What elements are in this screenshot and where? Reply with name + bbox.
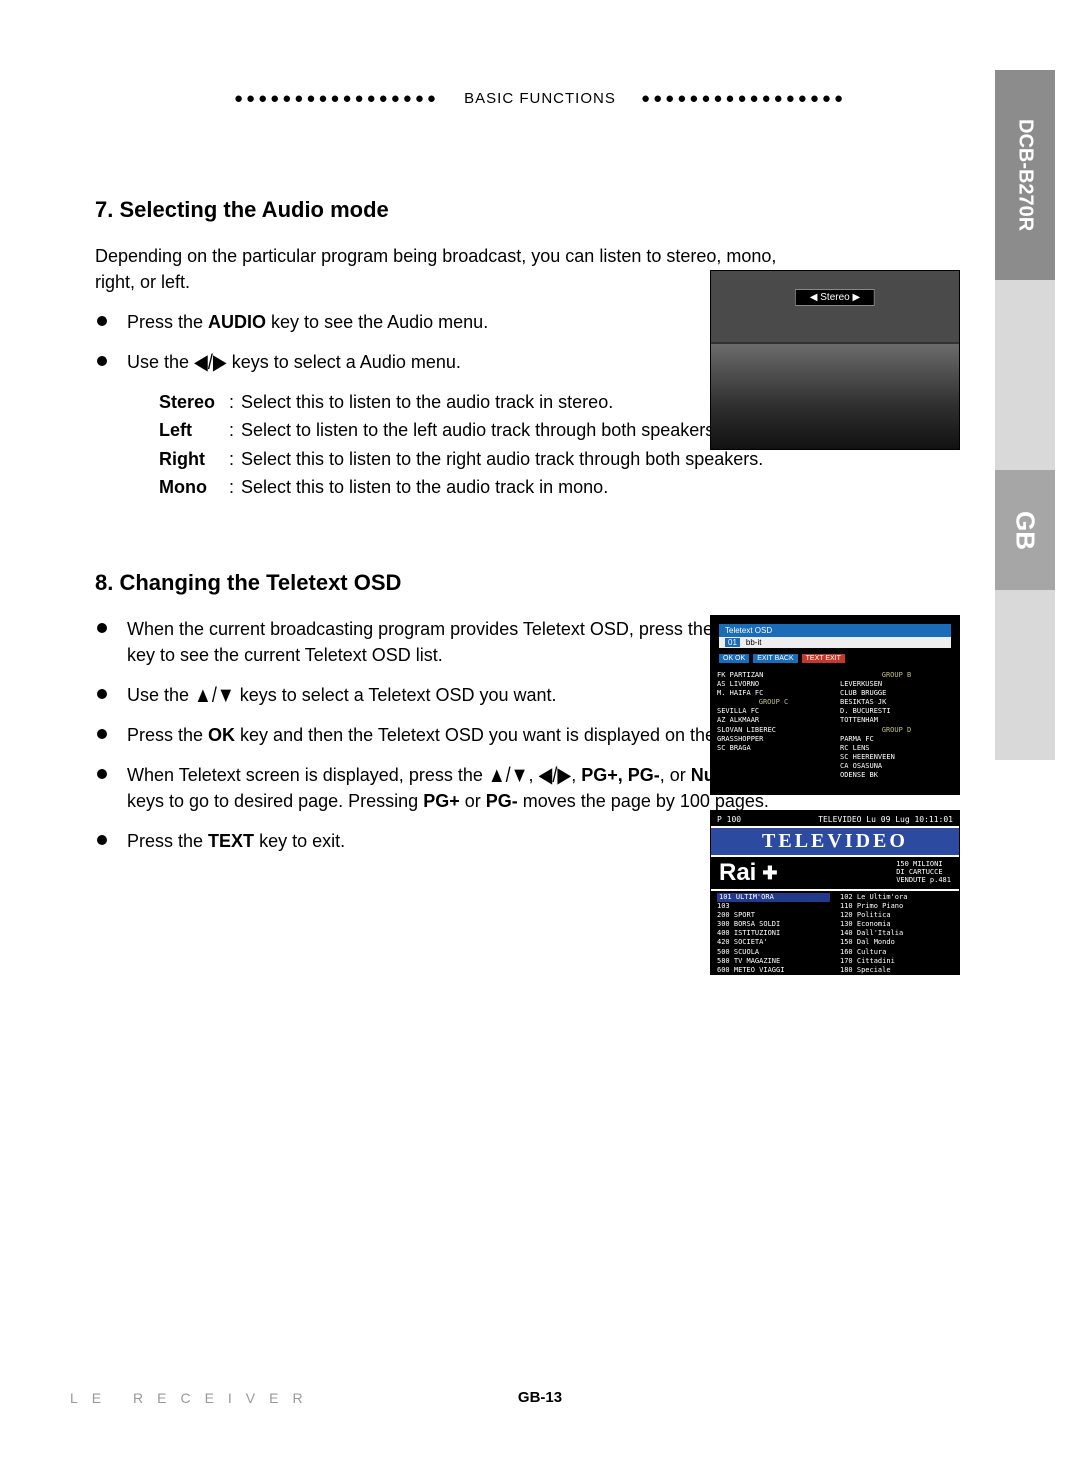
manual-page: DCB-B270R GB ●●●●●●●●●●●●●●●●● BASIC FUN…: [0, 0, 1080, 1461]
bullet-ok-key: Press the OK key and then the Teletext O…: [117, 722, 785, 748]
screenshot-televideo: P 100TELEVIDEO Lu 09 Lug 10:11:01 TELEVI…: [710, 810, 960, 975]
section7-list: Press the AUDIO key to see the Audio men…: [95, 309, 785, 500]
bullet-text-exit: Press the TEXT key to exit.: [117, 828, 785, 854]
rai-logo-row: Rai ✚ 150 MILIONIDI CARTUCCEVENDUTE p.48…: [711, 857, 959, 891]
screenshot-audio-osd: ◀ Stereo ▶: [710, 270, 960, 450]
bg-car-graphic: [711, 342, 959, 449]
bullet-updown-select: Use the ▲/▼ keys to select a Teletext OS…: [117, 682, 785, 708]
model-tab: DCB-B270R: [995, 70, 1055, 280]
side-tabs: DCB-B270R GB: [995, 70, 1055, 760]
header-title: BASIC FUNCTIONS: [464, 90, 616, 107]
teletext-osd-title: Teletext OSD: [719, 624, 951, 637]
televideo-header: P 100TELEVIDEO Lu 09 Lug 10:11:01: [711, 811, 959, 826]
tab-spacer2: [995, 590, 1055, 760]
page-header: ●●●●●●●●●●●●●●●●● BASIC FUNCTIONS ●●●●●●…: [95, 90, 985, 107]
section7-title: 7. Selecting the Audio mode: [95, 197, 785, 223]
osd-stereo-label: ◀ Stereo ▶: [795, 289, 875, 306]
language-tab: GB: [995, 470, 1055, 590]
dots-right: ●●●●●●●●●●●●●●●●●: [621, 90, 866, 107]
section-audio-mode: 7. Selecting the Audio mode Depending on…: [95, 197, 785, 500]
bullet-nav-keys: When Teletext screen is displayed, press…: [117, 762, 785, 814]
audio-mode-defs: Stereo:Select this to listen to the audi…: [159, 389, 785, 499]
rai-logo: Rai: [719, 859, 756, 887]
bullet-arrow-select: Use the ◀/▶ keys to select a Audio menu.…: [117, 349, 785, 499]
televideo-index: 101 ULTIM'ORA 103200 SPORT300 BORSA SOLD…: [711, 891, 959, 975]
osd-exit-btn: TEXT EXIT: [802, 654, 845, 663]
osd-back-btn: EXIT BACK: [753, 654, 797, 663]
televideo-title: TELEVIDEO: [711, 826, 959, 857]
section8-title: 8. Changing the Teletext OSD: [95, 570, 785, 596]
group-lists: FK PARTIZANAS LIVORNOM. HAIFA FC GROUP C…: [711, 669, 959, 782]
bullet-audio-key: Press the AUDIO key to see the Audio men…: [117, 309, 785, 335]
section-teletext: 8. Changing the Teletext OSD When the cu…: [95, 570, 785, 855]
page-number: GB-13: [0, 1389, 1080, 1406]
dots-left: ●●●●●●●●●●●●●●●●●: [214, 90, 459, 107]
osd-ok-btn: OK OK: [719, 654, 749, 663]
teletext-osd-buttons: OK OK EXIT BACK TEXT EXIT: [719, 654, 951, 663]
tab-spacer: [995, 280, 1055, 470]
bullet-text-key: When the current broadcasting program pr…: [117, 616, 785, 668]
screenshot-teletext-list: Teletext OSD 01 bb-it OK OK EXIT BACK TE…: [710, 615, 960, 795]
section8-list: When the current broadcasting program pr…: [95, 616, 785, 855]
teletext-osd-row: 01 bb-it: [719, 637, 951, 648]
section7-intro: Depending on the particular program bein…: [95, 243, 785, 295]
